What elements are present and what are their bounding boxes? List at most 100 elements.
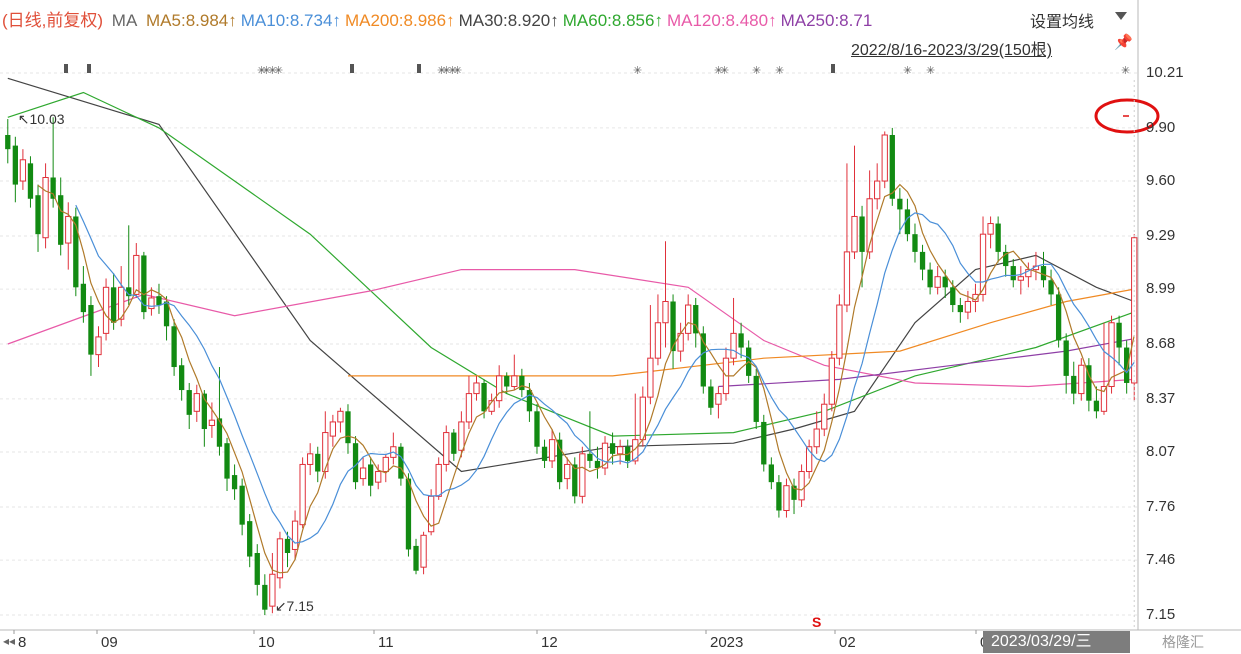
candle-body [843, 251, 851, 306]
ma-legend: (日线,前复权) MA MA5:8.984↑ MA10:8.734↑ MA200:8… [2, 6, 880, 31]
legend-item[interactable]: MA60:8.856↑ [563, 11, 663, 30]
chevron-down-icon[interactable] [1115, 12, 1127, 20]
candle-body [496, 375, 503, 402]
legend-item[interactable]: MA250:8.71 [781, 11, 873, 30]
event-marker-icon [87, 64, 91, 73]
legend-item[interactable]: MA120:8.480↑ [667, 11, 777, 30]
candle-body [368, 464, 374, 486]
stock-chart[interactable]: ↖10.03↙7.15✳✳✳✳ ✳✳✳✳ ✳ ✳✳ ✳ ✳ ✳ ✳ ✳S [0, 0, 1241, 654]
candle-body [179, 365, 185, 391]
candle-body [156, 296, 162, 306]
candle-body [262, 584, 268, 610]
candle-body [345, 411, 351, 444]
date-range-label[interactable]: 2022/8/16-2023/3/29(150根) [851, 36, 1052, 60]
candle-body [58, 195, 64, 245]
candle-body [1063, 340, 1069, 376]
event-s-marker: S [812, 614, 821, 630]
candle-body [337, 410, 344, 423]
candle-body [299, 463, 306, 526]
candle-body [753, 375, 759, 422]
candle-body [776, 482, 782, 511]
candle-body [451, 432, 457, 454]
y-tick-label: 8.37 [1146, 389, 1176, 407]
event-marker-icon: ✳ [926, 65, 935, 77]
candle-body [1048, 280, 1054, 295]
y-tick-label: 10.21 [1146, 64, 1184, 81]
candle-body [950, 287, 956, 306]
event-marker-icon: ✳ [775, 65, 784, 77]
candle-body [291, 520, 299, 550]
y-tick-label: 7.76 [1146, 497, 1176, 515]
event-marker-icon: ✳ [274, 65, 283, 77]
candle-body [541, 446, 548, 461]
candle-body [919, 251, 926, 270]
candle-body [329, 421, 337, 437]
candle-body [798, 471, 805, 501]
legend-item[interactable]: MA10:8.734↑ [241, 11, 341, 30]
chart-mode-label[interactable]: (日线,前复权) [2, 11, 103, 30]
candle-body [420, 534, 427, 568]
candle-body [616, 446, 624, 455]
candle-body [564, 463, 571, 480]
candle-body [964, 300, 972, 313]
legend-item[interactable]: MA30:8.920↑ [459, 11, 559, 30]
candle-body [359, 467, 367, 480]
y-tick-label: 8.07 [1146, 443, 1176, 461]
candle-body [715, 393, 722, 405]
candle-body [519, 375, 525, 391]
y-tick-label: 9.90 [1146, 118, 1176, 136]
candle-body [435, 463, 442, 497]
candle-body [247, 521, 253, 557]
legend-item[interactable]: MA5:8.984↑ [146, 11, 237, 30]
event-marker-icon [417, 64, 421, 73]
candle-body [504, 375, 510, 387]
candle-body [730, 332, 737, 359]
candle-body [957, 305, 963, 313]
candle-body [102, 286, 110, 334]
candle-body [859, 216, 865, 252]
candle-body [1055, 294, 1062, 341]
candle-body [927, 269, 933, 288]
candle-body [231, 475, 238, 490]
event-marker-icon [350, 64, 354, 73]
candle-body [27, 163, 34, 199]
candle-body [88, 305, 94, 355]
scroll-left-icon[interactable]: ◂◂ [3, 634, 15, 648]
candle-body [1124, 347, 1130, 383]
legend-item[interactable]: MA200:8.986↑ [345, 11, 455, 30]
candle-body [881, 134, 888, 182]
candle-body [587, 453, 593, 461]
candle-body [1017, 276, 1024, 281]
candle-body [851, 215, 858, 253]
ma-label[interactable]: MA [112, 11, 138, 30]
candle-body [42, 177, 49, 239]
event-marker-icon: ✳ [453, 65, 462, 77]
grid-lines [0, 0, 1241, 634]
y-tick-label: 8.68 [1146, 335, 1176, 352]
y-tick-label: 9.29 [1146, 226, 1176, 244]
candle-body [95, 336, 102, 356]
x-tick-label: 12 [541, 634, 558, 651]
event-marker-icon: ✳ [720, 65, 729, 77]
event-marker-icon: ✳ [1121, 65, 1130, 77]
candle-body [224, 443, 230, 479]
candle-body [315, 453, 321, 472]
candle-body [579, 453, 586, 497]
candle-body [481, 382, 487, 412]
candle-body [148, 297, 155, 310]
candle-body [110, 287, 117, 323]
low-price-label: ↙7.15 [275, 598, 314, 614]
candle-body [239, 485, 245, 525]
candle-body [443, 432, 450, 465]
pin-icon[interactable]: 📌 [1114, 33, 1133, 51]
candle-body [685, 304, 692, 334]
candle-body [761, 421, 767, 465]
candle-body [35, 195, 41, 235]
event-marker-icon: ✳ [633, 65, 642, 77]
set-ma-button[interactable]: 设置均线 [1030, 8, 1094, 32]
candle-body [171, 326, 177, 368]
event-marker-icon [831, 64, 835, 73]
candle-body [1071, 375, 1077, 394]
candle-body [783, 485, 790, 511]
candle-body [1078, 364, 1085, 395]
